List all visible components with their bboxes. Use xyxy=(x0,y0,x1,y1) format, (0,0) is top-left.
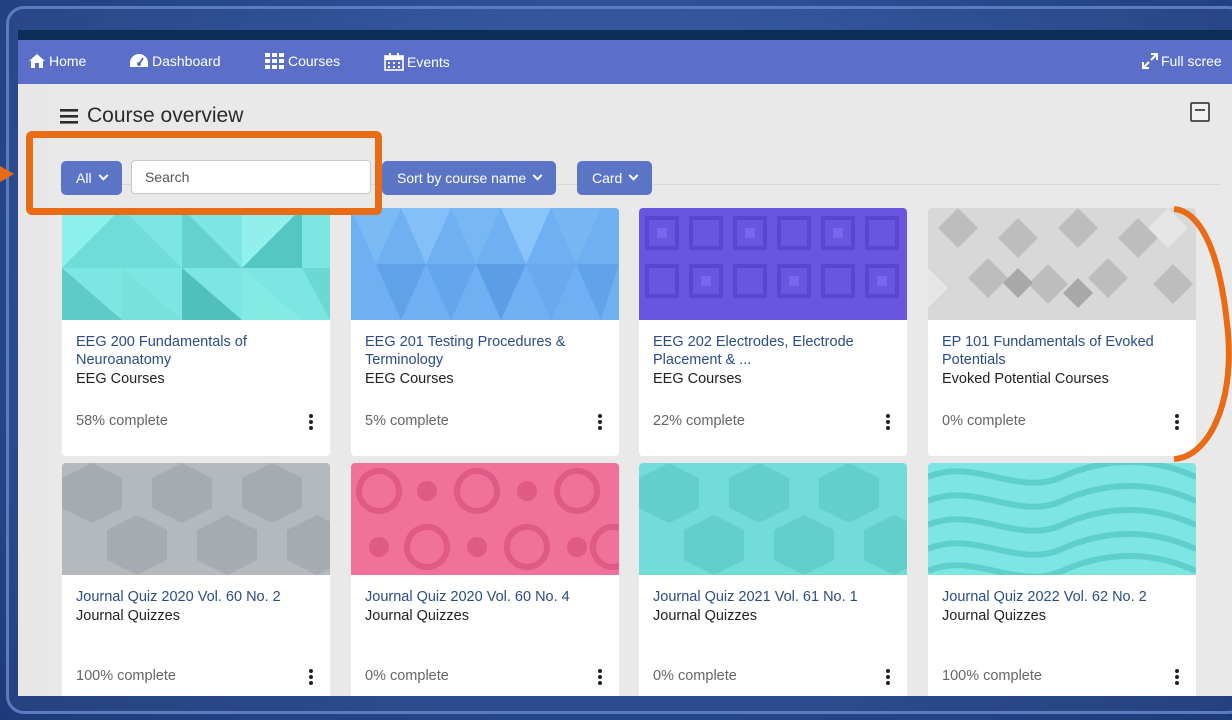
course-title[interactable]: EEG 201 Testing Procedures & Terminology xyxy=(365,333,605,369)
dashboard-icon xyxy=(130,54,148,67)
more-options-icon[interactable] xyxy=(885,414,891,430)
course-image xyxy=(62,463,330,575)
course-category: Journal Quizzes xyxy=(942,608,1046,624)
app-window: Home Dashboard Courses Events Full scree… xyxy=(18,40,1232,696)
more-options-icon[interactable] xyxy=(308,669,314,685)
home-icon xyxy=(29,54,45,68)
course-card[interactable]: Journal Quiz 2020 Vol. 60 No. 4 Journal … xyxy=(351,463,619,696)
course-card[interactable]: Journal Quiz 2020 Vol. 60 No. 2 Journal … xyxy=(62,463,330,696)
course-card[interactable]: EEG 201 Testing Procedures & Terminology… xyxy=(351,208,619,456)
course-category: Journal Quizzes xyxy=(653,608,757,624)
course-category: EEG Courses xyxy=(76,371,165,387)
course-card[interactable]: EEG 202 Electrodes, Electrode Placement … xyxy=(639,208,907,456)
course-card[interactable]: EP 101 Fundamentals of Evoked Potentials… xyxy=(928,208,1196,456)
view-dropdown[interactable]: Card xyxy=(577,161,653,195)
calendar-icon xyxy=(384,53,404,71)
chevron-down-icon xyxy=(532,170,543,181)
nav-events-label: Events xyxy=(407,54,450,70)
nav-dashboard[interactable]: Dashboard xyxy=(129,53,221,69)
more-options-icon[interactable] xyxy=(597,669,603,685)
page-title-text: Course overview xyxy=(87,104,244,127)
expand-icon xyxy=(1142,53,1158,69)
grid-icon xyxy=(265,53,284,69)
chevron-down-icon xyxy=(628,170,639,181)
course-card[interactable]: EEG 200 Fundamentals of Neuroanatomy EEG… xyxy=(62,208,330,456)
fullscreen-button[interactable]: Full scree xyxy=(1142,53,1222,69)
course-image xyxy=(928,208,1196,320)
search-input[interactable] xyxy=(131,160,371,194)
course-progress: 58% complete xyxy=(76,413,168,429)
course-card[interactable]: Journal Quiz 2021 Vol. 61 No. 1 Journal … xyxy=(639,463,907,696)
course-title[interactable]: Journal Quiz 2020 Vol. 60 No. 2 xyxy=(76,588,316,606)
course-image xyxy=(639,463,907,575)
more-options-icon[interactable] xyxy=(885,669,891,685)
navbar: Home Dashboard Courses Events Full scree xyxy=(18,40,1232,84)
menu-icon xyxy=(60,108,78,124)
view-label: Card xyxy=(592,170,623,186)
course-progress: 22% complete xyxy=(653,413,745,429)
course-progress: 100% complete xyxy=(942,668,1042,684)
course-progress: 5% complete xyxy=(365,413,449,429)
course-title[interactable]: EEG 202 Electrodes, Electrode Placement … xyxy=(653,333,893,369)
sort-dropdown[interactable]: Sort by course name xyxy=(382,161,557,195)
course-progress: 0% complete xyxy=(365,668,449,684)
course-title[interactable]: EP 101 Fundamentals of Evoked Potentials xyxy=(942,333,1182,369)
chevron-down-icon xyxy=(98,170,109,181)
nav-events[interactable]: Events xyxy=(384,53,450,71)
course-image xyxy=(351,208,619,320)
grouping-dropdown[interactable]: All xyxy=(61,161,122,195)
fullscreen-label: Full scree xyxy=(1161,53,1222,69)
course-image xyxy=(928,463,1196,575)
more-options-icon[interactable] xyxy=(597,414,603,430)
nav-home-label: Home xyxy=(49,53,87,69)
nav-courses[interactable]: Courses xyxy=(265,53,340,69)
nav-home[interactable]: Home xyxy=(28,53,86,69)
course-title[interactable]: EEG 200 Fundamentals of Neuroanatomy xyxy=(76,333,316,369)
course-progress: 0% complete xyxy=(942,413,1026,429)
page-title: Course overview xyxy=(60,104,243,128)
course-category: Evoked Potential Courses xyxy=(942,371,1109,387)
course-progress: 100% complete xyxy=(76,668,176,684)
more-options-icon[interactable] xyxy=(1174,669,1180,685)
top-bar xyxy=(18,30,1232,40)
nav-courses-label: Courses xyxy=(288,53,341,69)
course-image xyxy=(62,208,330,320)
course-category: Journal Quizzes xyxy=(76,608,180,624)
course-progress: 0% complete xyxy=(653,668,737,684)
course-card[interactable]: Journal Quiz 2022 Vol. 62 No. 2 Journal … xyxy=(928,463,1196,696)
course-image xyxy=(351,463,619,575)
sort-label: Sort by course name xyxy=(397,170,527,186)
pointer-arrow-icon xyxy=(0,166,14,182)
course-title[interactable]: Journal Quiz 2022 Vol. 62 No. 2 xyxy=(942,588,1182,606)
nav-dashboard-label: Dashboard xyxy=(152,53,221,69)
course-category: EEG Courses xyxy=(653,371,742,387)
more-options-icon[interactable] xyxy=(308,414,314,430)
course-category: Journal Quizzes xyxy=(365,608,469,624)
course-title[interactable]: Journal Quiz 2021 Vol. 61 No. 1 xyxy=(653,588,893,606)
course-title[interactable]: Journal Quiz 2020 Vol. 60 No. 4 xyxy=(365,588,605,606)
course-category: EEG Courses xyxy=(365,371,454,387)
highlight-curve xyxy=(1173,206,1232,462)
course-image xyxy=(639,208,907,320)
collapse-block-button[interactable] xyxy=(1190,102,1210,122)
grouping-label: All xyxy=(76,170,92,186)
